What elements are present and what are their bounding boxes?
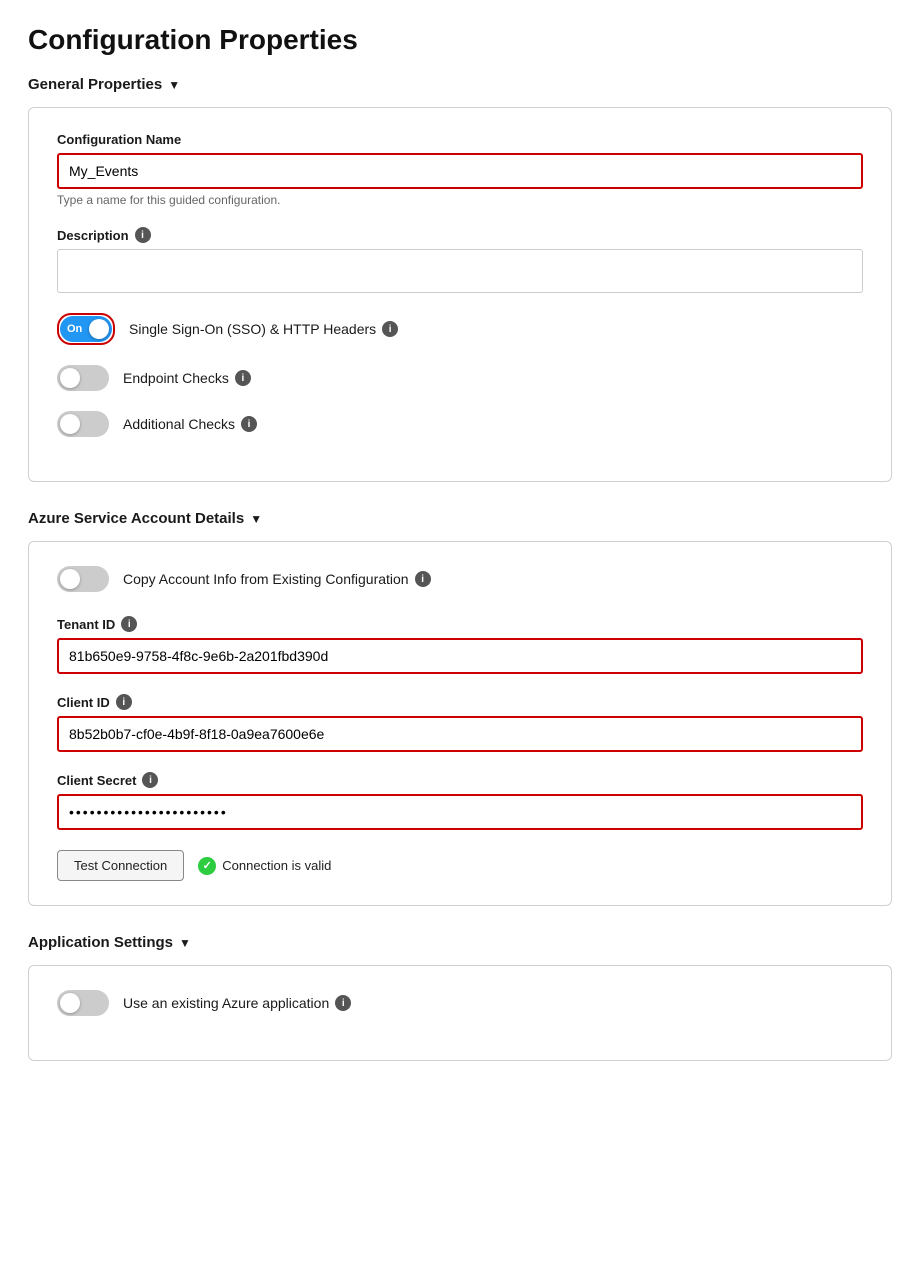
- endpoint-checks-row: Endpoint Checks i: [57, 365, 863, 391]
- sso-toggle-label: On: [67, 323, 82, 335]
- connection-valid-text: Connection is valid: [222, 858, 331, 873]
- client-secret-label: Client Secret i: [57, 772, 863, 788]
- endpoint-info-icon: i: [235, 370, 251, 386]
- sso-toggle[interactable]: On: [60, 316, 112, 342]
- description-label: Description i: [57, 227, 863, 243]
- test-connection-button[interactable]: Test Connection: [57, 850, 184, 881]
- use-existing-toggle-thumb: [60, 993, 80, 1013]
- connection-valid-icon: ✓: [198, 857, 216, 875]
- general-properties-label: General Properties: [28, 76, 162, 93]
- general-properties-chevron: ▼: [168, 78, 180, 92]
- use-existing-info-icon: i: [335, 995, 351, 1011]
- config-name-group: Configuration Name Type a name for this …: [57, 132, 863, 207]
- additional-toggle-thumb: [60, 414, 80, 434]
- general-properties-card: Configuration Name Type a name for this …: [28, 107, 892, 482]
- endpoint-toggle[interactable]: [57, 365, 109, 391]
- use-existing-azure-label: Use an existing Azure application i: [123, 995, 351, 1011]
- tenant-id-group: Tenant ID i: [57, 616, 863, 674]
- sso-toggle-wrapper[interactable]: On: [57, 313, 115, 345]
- config-name-label: Configuration Name: [57, 132, 863, 147]
- copy-account-info-icon: i: [415, 571, 431, 587]
- sso-label: Single Sign-On (SSO) & HTTP Headers i: [129, 321, 398, 337]
- endpoint-checks-label: Endpoint Checks i: [123, 370, 251, 386]
- client-id-input[interactable]: [57, 716, 863, 752]
- app-settings-card: Use an existing Azure application i: [28, 965, 892, 1061]
- tenant-id-label: Tenant ID i: [57, 616, 863, 632]
- description-group: Description i: [57, 227, 863, 293]
- page-title: Configuration Properties: [28, 24, 892, 56]
- client-secret-group: Client Secret i: [57, 772, 863, 830]
- sso-info-icon: i: [382, 321, 398, 337]
- client-id-group: Client ID i: [57, 694, 863, 752]
- azure-section-card: Copy Account Info from Existing Configur…: [28, 541, 892, 906]
- client-id-label: Client ID i: [57, 694, 863, 710]
- description-info-icon: i: [135, 227, 151, 243]
- endpoint-toggle-thumb: [60, 368, 80, 388]
- sso-toggle-row: On Single Sign-On (SSO) & HTTP Headers i: [57, 313, 863, 345]
- additional-info-icon: i: [241, 416, 257, 432]
- general-properties-header[interactable]: General Properties ▼: [28, 76, 892, 93]
- azure-section-label: Azure Service Account Details: [28, 510, 244, 527]
- description-input[interactable]: [57, 249, 863, 293]
- copy-account-row: Copy Account Info from Existing Configur…: [57, 566, 863, 592]
- sso-toggle-thumb: [89, 319, 109, 339]
- client-secret-input[interactable]: [57, 794, 863, 830]
- use-existing-azure-toggle[interactable]: [57, 990, 109, 1016]
- copy-account-toggle[interactable]: [57, 566, 109, 592]
- client-id-info-icon: i: [116, 694, 132, 710]
- connection-valid-status: ✓ Connection is valid: [198, 857, 331, 875]
- test-connection-row: Test Connection ✓ Connection is valid: [57, 850, 863, 881]
- azure-section-header[interactable]: Azure Service Account Details ▼: [28, 510, 892, 527]
- use-existing-azure-row: Use an existing Azure application i: [57, 990, 863, 1016]
- config-name-hint: Type a name for this guided configuratio…: [57, 193, 863, 207]
- tenant-id-input[interactable]: [57, 638, 863, 674]
- app-settings-header[interactable]: Application Settings ▼: [28, 934, 892, 951]
- copy-account-label: Copy Account Info from Existing Configur…: [123, 571, 431, 587]
- copy-account-toggle-thumb: [60, 569, 80, 589]
- azure-section-chevron: ▼: [250, 512, 262, 526]
- app-settings-label: Application Settings: [28, 934, 173, 951]
- config-name-input[interactable]: [57, 153, 863, 189]
- app-settings-chevron: ▼: [179, 936, 191, 950]
- additional-toggle[interactable]: [57, 411, 109, 437]
- additional-checks-row: Additional Checks i: [57, 411, 863, 437]
- tenant-id-info-icon: i: [121, 616, 137, 632]
- client-secret-info-icon: i: [142, 772, 158, 788]
- additional-checks-label: Additional Checks i: [123, 416, 257, 432]
